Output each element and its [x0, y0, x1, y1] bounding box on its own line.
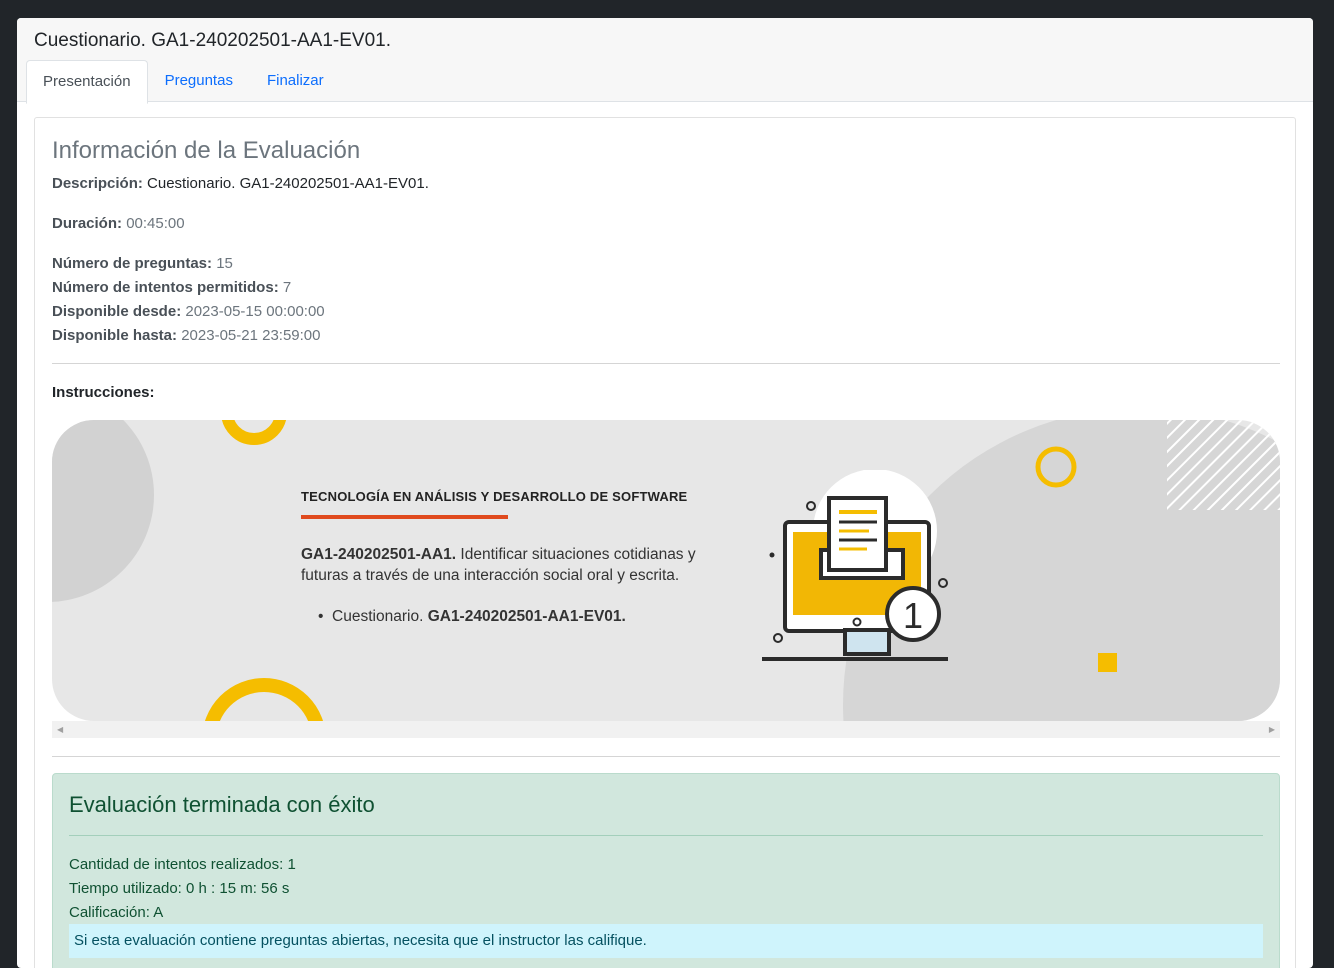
- quiz-monitor-icon: 1: [762, 470, 948, 661]
- banner-code: GA1-240202501-AA1.: [301, 546, 457, 563]
- bullet-prefix: Cuestionario.: [332, 608, 424, 625]
- num-preguntas-label: Número de preguntas:: [52, 255, 213, 272]
- horizontal-scrollbar[interactable]: ◀ ▶: [52, 721, 1280, 738]
- page-title: Cuestionario. GA1-240202501-AA1-EV01.: [34, 30, 392, 51]
- duracion-value: 00:45:00: [126, 215, 185, 232]
- num-intentos-label: Número de intentos permitidos:: [52, 279, 279, 296]
- disponible-hasta-row: Disponible hasta: 2023-05-21 23:59:00: [52, 327, 321, 344]
- duracion-row: Duración: 00:45:00: [52, 215, 185, 232]
- info-note: Si esta evaluación contiene preguntas ab…: [69, 924, 1263, 958]
- descripcion-row: Descripción: Cuestionario. GA1-240202501…: [52, 175, 429, 192]
- success-divider: [69, 835, 1263, 836]
- tab-bar: Presentación Preguntas Finalizar: [26, 59, 341, 104]
- disponible-desde-row: Disponible desde: 2023-05-15 00:00:00: [52, 303, 325, 320]
- scroll-left-icon[interactable]: ◀: [57, 725, 63, 734]
- num-intentos-value: 7: [282, 279, 292, 296]
- divider: [52, 756, 1280, 757]
- badge-number: 1: [903, 595, 923, 636]
- banner-description: GA1-240202501-AA1. Identificar situacion…: [301, 544, 721, 586]
- tiempo-utilizado: Tiempo utilizado: 0 h : 15 m: 56 s: [69, 880, 290, 897]
- info-heading: Información de la Evaluación: [52, 137, 361, 164]
- success-alert: Evaluación terminada con éxito Cantidad …: [52, 773, 1280, 968]
- banner-title: TECNOLOGÍA EN ANÁLISIS Y DESARROLLO DE S…: [301, 489, 688, 504]
- num-preguntas-row: Número de preguntas: 15: [52, 255, 233, 272]
- instructions-banner-scroll: TECNOLOGÍA EN ANÁLISIS Y DESARROLLO DE S…: [52, 420, 1280, 738]
- instructions-label: Instrucciones:: [52, 384, 155, 401]
- bullet-code: GA1-240202501-AA1-EV01.: [427, 608, 626, 625]
- disponible-hasta-label: Disponible hasta:: [52, 327, 178, 344]
- scroll-right-icon[interactable]: ▶: [1269, 725, 1275, 734]
- tab-presentacion[interactable]: Presentación: [26, 60, 148, 104]
- descripcion-label: Descripción:: [52, 175, 143, 192]
- intentos-realizados: Cantidad de intentos realizados: 1: [69, 856, 296, 873]
- tab-preguntas[interactable]: Preguntas: [148, 59, 250, 103]
- duracion-label: Duración:: [52, 215, 123, 232]
- banner-bullet: • Cuestionario. GA1-240202501-AA1-EV01.: [318, 608, 626, 625]
- instructions-banner: TECNOLOGÍA EN ANÁLISIS Y DESARROLLO DE S…: [52, 420, 1280, 721]
- disponible-hasta-value: 2023-05-21 23:59:00: [181, 327, 321, 344]
- tab-finalizar[interactable]: Finalizar: [250, 59, 341, 103]
- evaluation-card: Cuestionario. GA1-240202501-AA1-EV01. Pr…: [17, 18, 1313, 968]
- num-preguntas-value: 15: [216, 255, 233, 272]
- descripcion-value: Cuestionario. GA1-240202501-AA1-EV01.: [147, 175, 429, 192]
- banner-underline: [301, 515, 508, 519]
- success-heading: Evaluación terminada con éxito: [69, 792, 375, 817]
- disponible-desde-value: 2023-05-15 00:00:00: [185, 303, 325, 320]
- divider: [52, 363, 1280, 364]
- card-header: Cuestionario. GA1-240202501-AA1-EV01. Pr…: [17, 18, 1313, 104]
- calificacion: Calificación: A: [69, 904, 164, 921]
- presentation-pane: Información de la Evaluación Descripción…: [34, 117, 1296, 968]
- disponible-desde-label: Disponible desde:: [52, 303, 182, 320]
- num-intentos-row: Número de intentos permitidos: 7: [52, 279, 291, 296]
